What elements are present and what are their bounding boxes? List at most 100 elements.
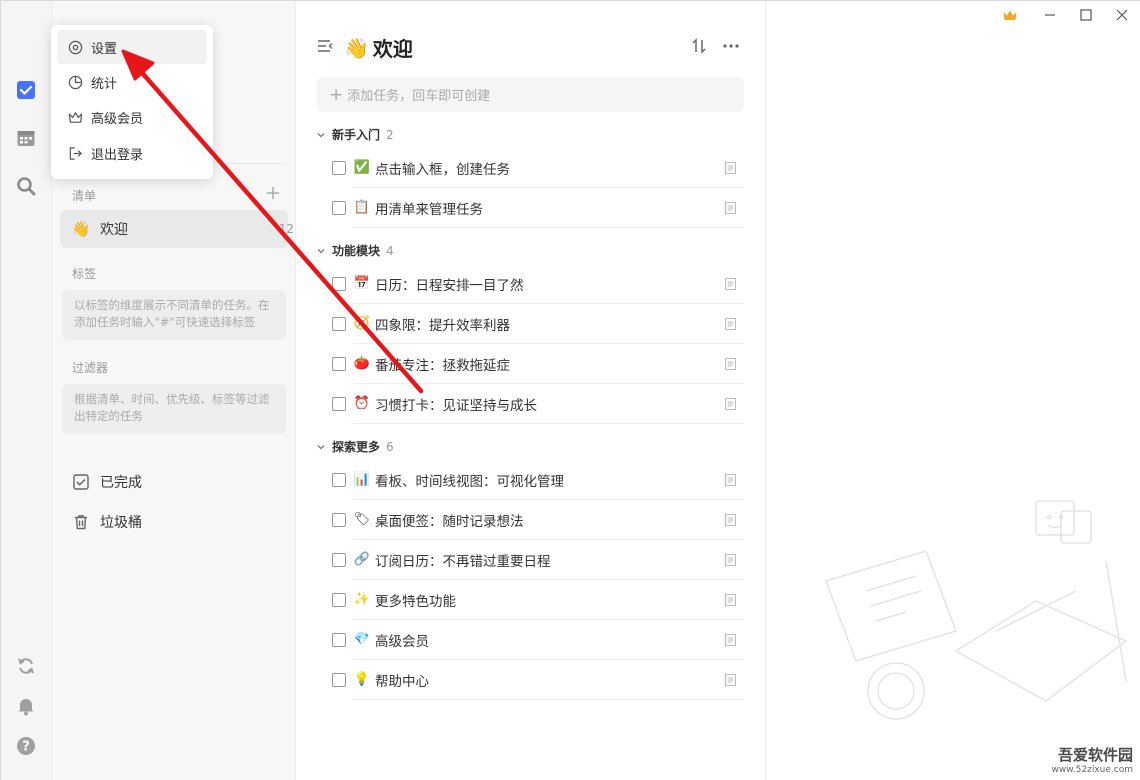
task-checkbox[interactable]	[332, 673, 346, 687]
task-title: 用清单来管理任务	[375, 201, 483, 218]
add-task-input[interactable]: + 添加任务，回车即可创建	[317, 77, 744, 112]
sort-icon[interactable]	[690, 37, 708, 55]
task-row[interactable]: ✅ 点击输入框，创建任务	[332, 148, 744, 188]
task-content[interactable]: 💎 高级会员	[353, 620, 744, 660]
sparkles-icon: ✨	[353, 592, 371, 607]
close-icon[interactable]	[1114, 7, 1130, 23]
task-content[interactable]: 🧭 四象限：提升效率利器	[353, 304, 744, 344]
diamond-icon: 💎	[353, 632, 371, 647]
task-checkbox-nav-icon[interactable]	[13, 77, 39, 103]
sync-icon[interactable]	[13, 653, 39, 679]
group-header[interactable]: 新手入门 2	[316, 126, 394, 143]
compass-icon: 🧭	[353, 316, 371, 331]
task-row[interactable]: ⏰ 习惯打卡：见证坚持与成长	[332, 384, 744, 424]
task-row[interactable]: 💡 帮助中心	[332, 660, 744, 700]
clipboard-icon: 📋	[353, 200, 371, 215]
task-checkbox[interactable]	[332, 277, 346, 291]
app-window: ? 清单 👋 欢迎 12 标签 以标签的维度展示不同清单的任务。在添加任务时输入…	[0, 0, 1140, 780]
menu-item-settings[interactable]: 设置	[57, 30, 207, 64]
group-count: 2	[386, 127, 394, 142]
collapse-sidebar-icon[interactable]	[316, 37, 334, 55]
task-row[interactable]: 💎 高级会员	[332, 620, 744, 660]
menu-item-label: 退出登录	[91, 147, 144, 163]
task-content[interactable]: 🏷 桌面便签：随时记录想法	[353, 500, 744, 540]
task-content[interactable]: 📋 用清单来管理任务	[353, 188, 744, 228]
empty-state-illustration	[825, 500, 1128, 720]
task-row[interactable]: 📅 日历：日程安排一目了然	[332, 264, 744, 304]
task-checkbox[interactable]	[332, 593, 346, 607]
task-checkbox[interactable]	[332, 513, 346, 527]
group-name: 新手入门	[332, 128, 381, 142]
page-title: 👋 欢迎	[344, 33, 413, 62]
sidebar-item-completed[interactable]: 已完成	[60, 463, 288, 501]
account-popup-menu: 设置 统计 高级会员 退出登录	[51, 25, 213, 179]
task-row[interactable]: 🏷 桌面便签：随时记录想法	[332, 500, 744, 540]
task-row[interactable]: 🧭 四象限：提升效率利器	[332, 304, 744, 344]
menu-item-label: 高级会员	[91, 111, 144, 127]
task-checkbox[interactable]	[332, 357, 346, 371]
menu-item-logout[interactable]: 退出登录	[57, 136, 207, 170]
task-content[interactable]: ✅ 点击输入框，创建任务	[353, 148, 744, 188]
logout-icon	[67, 145, 83, 161]
sidebar-item-trash[interactable]: 垃圾桶	[60, 503, 288, 541]
task-content[interactable]: ⏰ 习惯打卡：见证坚持与成长	[353, 384, 744, 424]
note-icon	[725, 594, 736, 606]
group-header[interactable]: 功能模块 4	[316, 242, 394, 259]
filters-section-header: 过滤器	[72, 361, 109, 375]
task-row[interactable]: ✨ 更多特色功能	[332, 580, 744, 620]
group-count: 6	[386, 439, 394, 454]
help-icon[interactable]: ?	[13, 733, 39, 759]
trash-icon	[72, 513, 90, 531]
task-checkbox[interactable]	[332, 317, 346, 331]
task-checkbox[interactable]	[332, 473, 346, 487]
more-options-icon[interactable]	[722, 37, 740, 55]
watermark-url: www.52zixue.com	[1051, 765, 1133, 775]
task-content[interactable]: 📅 日历：日程安排一目了然	[353, 264, 744, 304]
waving-hand-icon: 👋	[71, 220, 91, 238]
premium-crown-icon[interactable]	[1002, 7, 1018, 23]
task-row[interactable]: 🔗 订阅日历：不再错过重要日程	[332, 540, 744, 580]
task-row[interactable]: 📊 看板、时间线视图：可视化管理	[332, 460, 744, 500]
svg-text:?: ?	[22, 740, 30, 755]
task-title: 番茄专注：拯救拖延症	[375, 357, 510, 374]
page-title-text: 欢迎	[372, 37, 413, 61]
task-title: 四象限：提升效率利器	[375, 317, 510, 334]
sidebar-item-label: 垃圾桶	[100, 515, 142, 531]
note-icon	[725, 358, 736, 370]
task-row[interactable]: 🍅 番茄专注：拯救拖延症	[332, 344, 744, 384]
maximize-icon[interactable]	[1078, 7, 1094, 23]
check-mark-icon: ✅	[353, 160, 371, 175]
task-checkbox[interactable]	[332, 633, 346, 647]
calendar-icon[interactable]	[13, 125, 39, 151]
notification-bell-icon[interactable]	[13, 693, 39, 719]
task-checkbox[interactable]	[332, 553, 346, 567]
task-content[interactable]: 💡 帮助中心	[353, 660, 744, 700]
task-checkbox[interactable]	[332, 161, 346, 175]
minimize-icon[interactable]	[1042, 7, 1058, 23]
note-icon	[725, 554, 736, 566]
task-title: 订阅日历：不再错过重要日程	[375, 553, 551, 570]
note-icon	[725, 634, 736, 646]
chevron-down-icon	[317, 248, 325, 253]
add-list-icon[interactable]	[265, 185, 281, 201]
task-content[interactable]: ✨ 更多特色功能	[353, 580, 744, 620]
task-checkbox[interactable]	[332, 397, 346, 411]
task-checkbox[interactable]	[332, 201, 346, 215]
task-title: 点击输入框，创建任务	[375, 161, 510, 178]
menu-item-label: 统计	[91, 76, 118, 92]
task-title: 日历：日程安排一目了然	[375, 277, 524, 294]
group-header[interactable]: 探索更多 6	[316, 438, 394, 455]
task-content[interactable]: 🍅 番茄专注：拯救拖延症	[353, 344, 744, 384]
search-icon[interactable]	[13, 173, 39, 199]
note-icon	[725, 514, 736, 526]
menu-item-premium[interactable]: 高级会员	[57, 100, 207, 134]
sidebar-item-welcome[interactable]: 👋 欢迎 12	[60, 210, 294, 248]
calendar-icon: 📅	[353, 276, 371, 291]
task-row[interactable]: 📋 用清单来管理任务	[332, 188, 744, 228]
settings-gear-icon	[67, 39, 83, 55]
task-content[interactable]: 🔗 订阅日历：不再错过重要日程	[353, 540, 744, 580]
alarm-clock-icon: ⏰	[353, 396, 371, 411]
menu-item-statistics[interactable]: 统计	[57, 65, 207, 99]
light-bulb-icon: 💡	[353, 672, 371, 687]
task-content[interactable]: 📊 看板、时间线视图：可视化管理	[353, 460, 744, 500]
